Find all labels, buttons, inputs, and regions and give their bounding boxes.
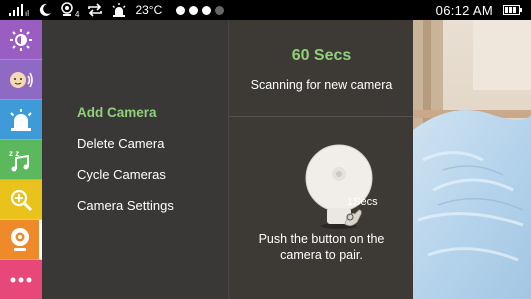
sidebar-item-brightness[interactable] [0, 20, 42, 60]
battery-icon [503, 2, 523, 18]
svg-text:z z: z z [9, 149, 19, 158]
pair-instruction: Push the button on the camera to pair. [229, 231, 414, 263]
baby-talk-icon [10, 71, 33, 88]
brightness-icon [10, 28, 32, 51]
pairing-panel: 60 Secs Scanning for new camera 1Secs Pu… [228, 20, 414, 299]
clock: 06:12 AM [435, 2, 493, 18]
sidebar-item-talk[interactable] [0, 60, 42, 100]
music-icon: z z [9, 149, 29, 171]
signal-icon: ıl [8, 2, 30, 18]
pair-instruction-line2: camera to pair. [280, 248, 363, 262]
nursery-image [413, 20, 531, 299]
camera-icon [10, 227, 29, 251]
pair-instruction-line1: Push the button on the [258, 232, 385, 246]
page-dot [176, 5, 186, 15]
sidebar-item-alarm[interactable] [0, 100, 42, 140]
more-icon [10, 277, 32, 282]
divider [229, 116, 414, 117]
press-duration: 1Secs [347, 196, 378, 208]
sidebar: z z [0, 20, 42, 299]
alarm-icon [10, 108, 32, 131]
moon-icon [38, 2, 52, 18]
sidebar-item-camera[interactable] [0, 220, 42, 260]
camera-count-icon: 4 [60, 2, 80, 19]
page-dot [202, 5, 212, 15]
alarm-icon [111, 2, 127, 18]
sidebar-item-zoom[interactable] [0, 180, 42, 220]
menu-item-cycle-cameras[interactable]: Cycle Cameras [77, 167, 166, 182]
page-dot [189, 5, 199, 15]
svg-text:ıl: ıl [25, 9, 29, 17]
scanning-status: Scanning for new camera [250, 78, 393, 92]
repeat-icon [87, 2, 103, 18]
temperature: 23°C [135, 3, 163, 17]
countdown: 60 Secs [291, 47, 352, 64]
page-dot [215, 5, 225, 15]
camera-count: 4 [75, 9, 80, 19]
zoom-icon [10, 189, 33, 211]
camera-feed [413, 20, 531, 299]
camera-menu: Add Camera Delete Camera Cycle Cameras C… [42, 20, 228, 299]
page-indicator [176, 5, 225, 15]
status-bar: ıl 4 23°C 06:12 AM [0, 0, 531, 20]
camera-illustration [305, 144, 373, 229]
menu-item-delete-camera[interactable]: Delete Camera [77, 136, 164, 151]
sidebar-item-lullaby[interactable]: z z [0, 140, 42, 180]
sidebar-item-more[interactable] [0, 260, 42, 299]
menu-item-add-camera[interactable]: Add Camera [77, 105, 157, 120]
menu-item-camera-settings[interactable]: Camera Settings [77, 198, 174, 213]
